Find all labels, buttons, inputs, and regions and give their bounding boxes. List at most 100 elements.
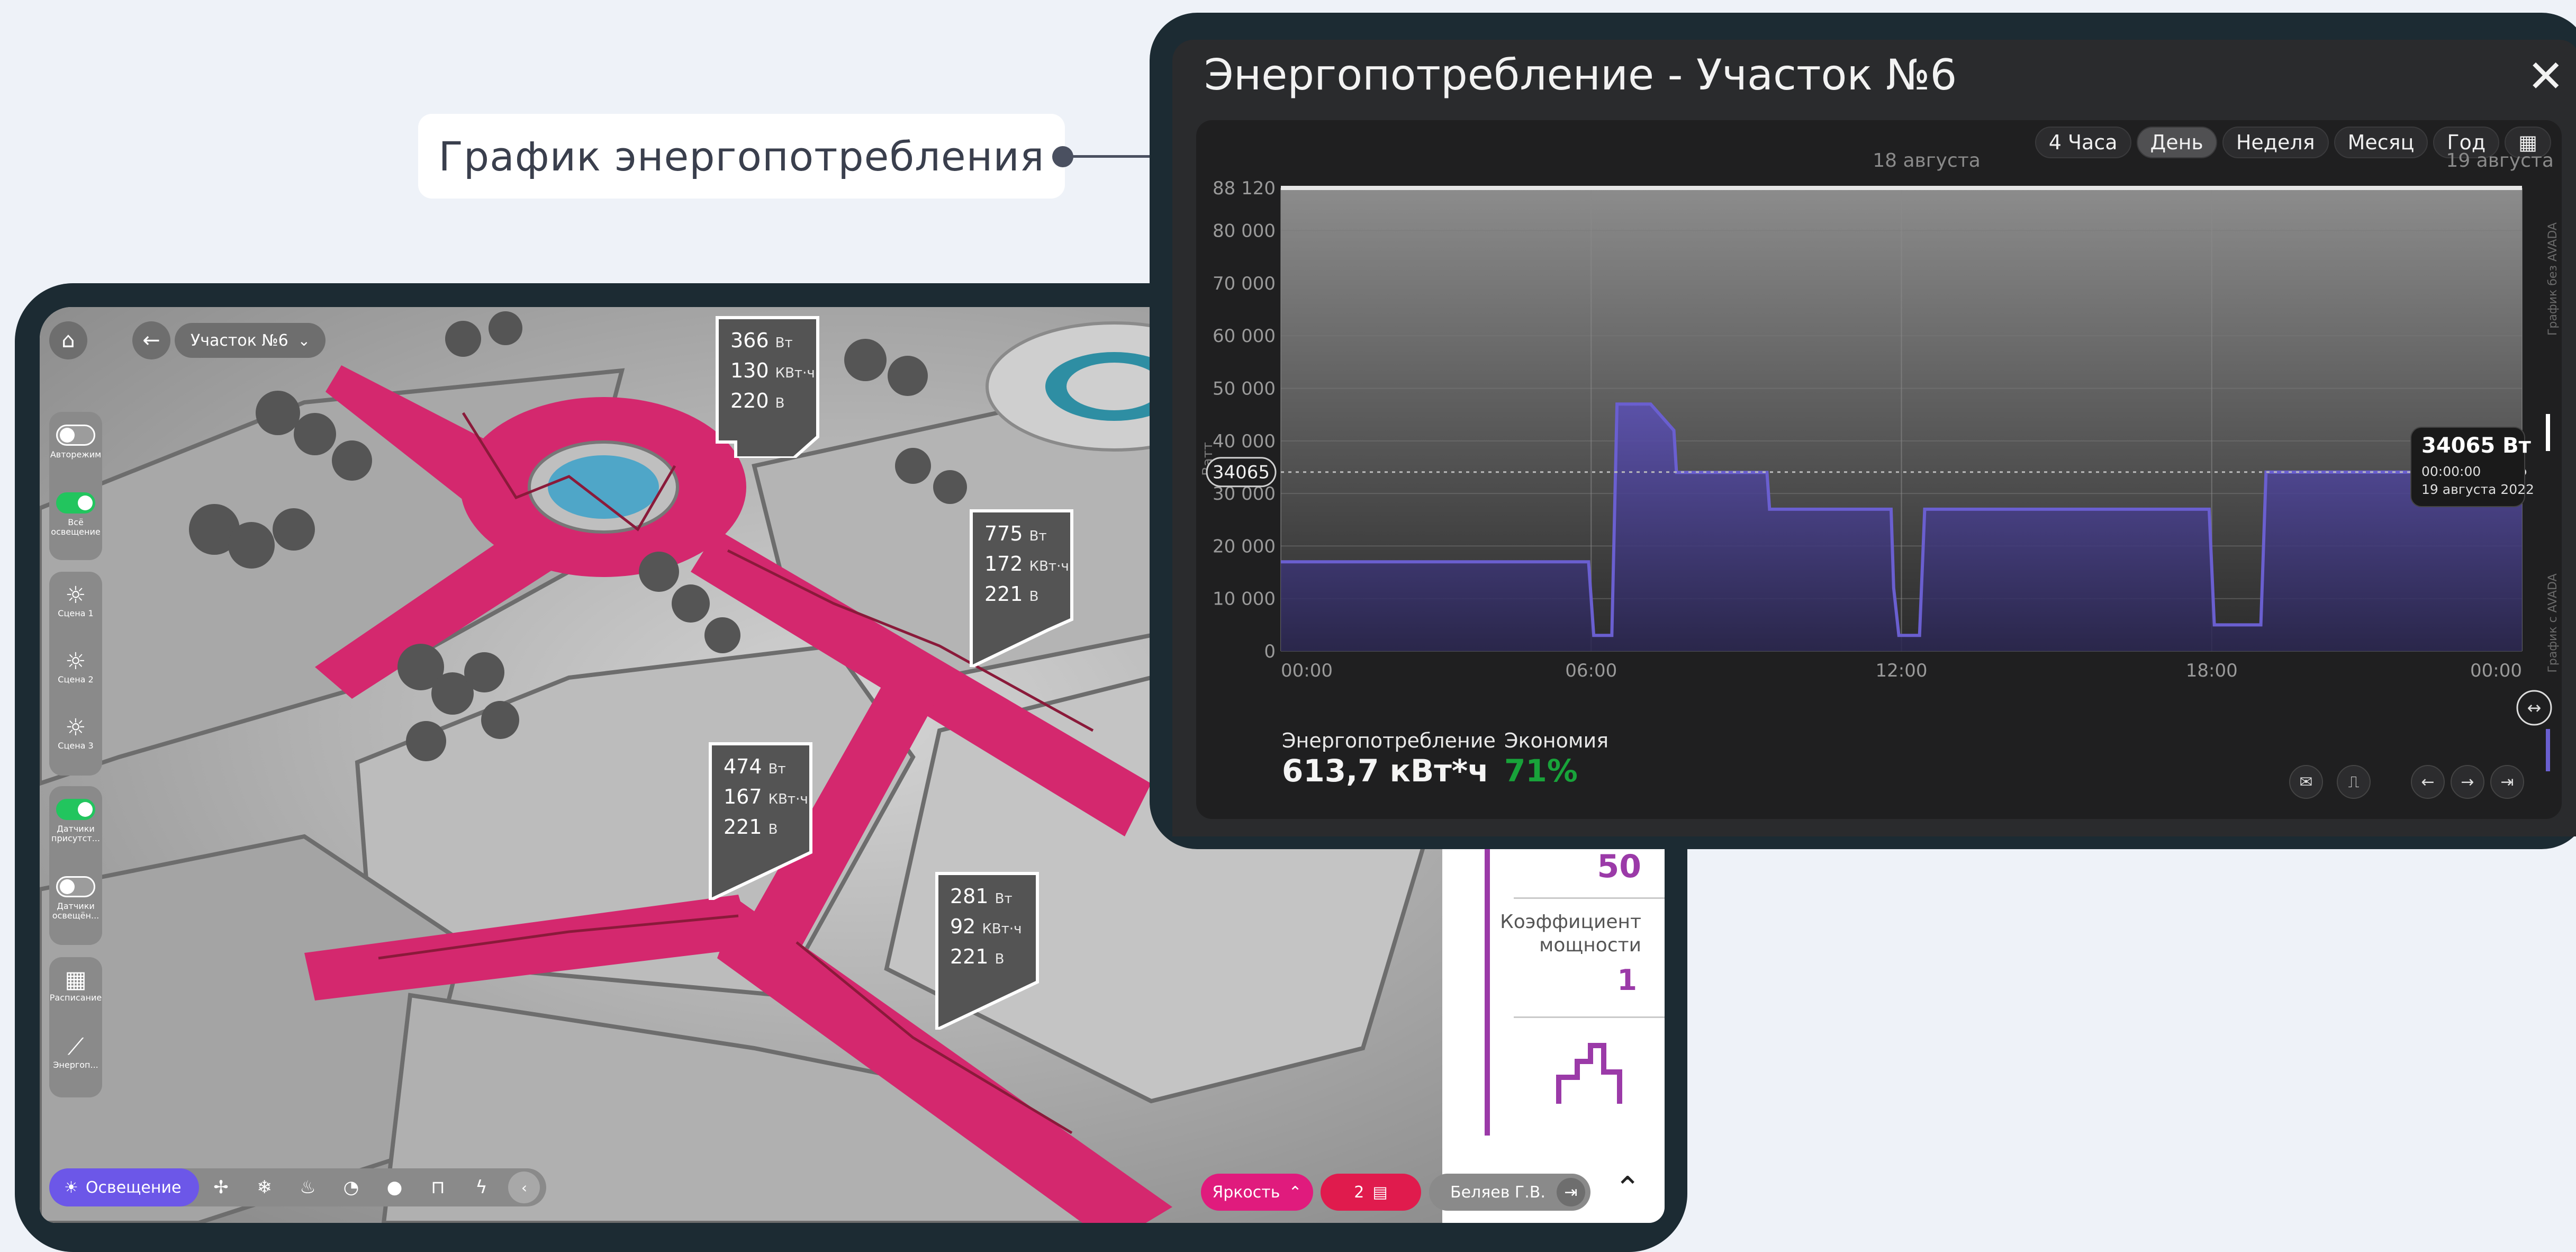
last-button[interactable]: ⇥ [2490,765,2524,799]
y-tick-label: 10 000 [1213,589,1276,610]
callout-energy-unit: КВт·ч [982,921,1022,937]
pulse-button[interactable]: ⎍ [2337,765,2371,799]
chart-line-icon: ⟋ [67,1033,84,1060]
lamp-callout[interactable]: 366 Вт 130 КВт·ч 220 В [715,315,820,458]
savings-value: 71% [1504,753,1578,789]
callout-power-unit: Вт [995,891,1013,907]
scroll-indicator-bottom[interactable] [2546,729,2550,771]
lightning-icon[interactable]: ϟ [459,1177,503,1198]
home-icon: ⌂ [61,328,75,353]
resize-handle-glyph: ↔ [2527,698,2542,718]
callout-voltage-unit: В [775,395,785,411]
energy-label: Энергоп... [53,1060,98,1070]
y-tick-label: 70 000 [1213,273,1276,294]
callout-power: 775 [984,522,1023,545]
arrow-left-icon: ← [2421,772,2435,791]
side-group-modes: Авторежим Всё освещение [49,412,102,560]
callout-power-unit: Вт [775,335,793,351]
callout-energy-unit: КВт·ч [775,365,815,381]
all-lighting-control: Всё освещение [49,492,102,537]
next-button[interactable]: → [2451,765,2484,799]
user-button[interactable]: Беляев Г.В. ⇥ [1429,1174,1590,1211]
energy-button[interactable]: ⟋ Энергоп... [49,1034,102,1070]
logout-icon[interactable]: ⇥ [1557,1178,1585,1206]
tooltip-time: 00:00:00 [2421,464,2481,479]
gate-icon[interactable]: ⊓ [416,1177,459,1198]
fan-icon[interactable]: ✢ [199,1177,242,1198]
scene2-label: Сцена 2 [58,674,94,684]
expand-panel-icon[interactable]: ⌃ [1614,1170,1641,1207]
autoregime-label: Авторежим [50,449,102,460]
y-tick-label: 0 [1264,641,1276,662]
scene3-label: Сцена 3 [58,741,94,751]
divider [1514,897,1665,899]
side-group-scenes: ☼ Сцена 1 ☼ Сцена 2 ☼ Сцена 3 [49,572,102,776]
tooltip-value: 34065 Вт [2421,434,2532,458]
y-tick-label: 20 000 [1213,536,1276,557]
bottom-toolbar: ☀ Освещение ✢ ❄ ♨ ◔ ● ⊓ ϟ ‹ [49,1168,547,1206]
light-sensors-toggle[interactable] [56,876,95,897]
callout-voltage-unit: В [1029,589,1039,605]
water-drop-icon[interactable]: ● [373,1177,416,1198]
autoregime-control: Авторежим [49,425,102,460]
arrow-end-icon: ⇥ [2500,772,2514,791]
presence-sensors-toggle[interactable] [56,799,95,820]
all-lighting-label: Всё освещение [51,517,101,537]
series-point [1919,635,1920,636]
callout-power: 474 [724,755,762,778]
lamp-callout[interactable]: 474 Вт 167 КВт·ч 221 В [708,741,814,900]
brightness-button[interactable]: Яркость ⌃ [1201,1174,1313,1211]
arrow-left-icon: ← [142,328,160,353]
collapse-toolbar-button[interactable]: ‹ [508,1172,540,1203]
close-icon[interactable]: ✕ [2527,50,2564,102]
callout-voltage-unit: В [768,822,778,837]
x-tick-label: 18:00 [2186,660,2238,681]
calendar-icon: ▦ [65,966,87,993]
lamp-callout[interactable]: 281 Вт 92 КВт·ч 221 В [934,871,1040,1030]
callout-energy: 130 [730,359,769,382]
crosshair-value: 34065 [1213,462,1270,483]
presence-sensors-label: Датчики присутст... [51,824,100,843]
side-group-tools: ▦ Расписание ⟋ Энергоп... [49,957,102,1097]
x-tick-label: 12:00 [1876,660,1928,681]
brightness-label: Яркость [1212,1183,1280,1202]
scene3-button[interactable]: ☼ Сцена 3 [49,715,102,751]
callout-voltage: 220 [730,389,769,412]
autoregime-toggle[interactable] [56,425,95,446]
scroll-indicator-top[interactable] [2546,414,2550,451]
documents-button[interactable]: 2 ▤ [1321,1174,1421,1211]
camera-icon[interactable]: ◔ [329,1177,373,1198]
power-factor-label: Коэффициент мощности [1500,911,1641,956]
info-value-top: 50 [1597,848,1642,885]
document-icon: ▤ [1372,1183,1388,1202]
schedule-label: Расписание [49,993,102,1003]
x-tick-label: 06:00 [1565,660,1617,681]
arrow-right-icon: → [2461,772,2474,791]
email-button[interactable]: ✉ [2289,765,2323,799]
callout-power-unit: Вт [768,761,786,777]
date-left-label: 18 августа [1873,150,1981,172]
chart-tooltip: 34065 Вт 00:00:00 19 августа 2022 [2410,427,2534,507]
callout-power: 366 [730,329,769,352]
consumption-label: Энергопотребление [1282,729,1496,752]
info-panel: 50 Коэффициент мощности 1 [1442,842,1665,1223]
mail-icon: ✉ [2299,772,2313,791]
prev-button[interactable]: ← [2411,765,2445,799]
presence-sensors-control: Датчики присутст... [49,799,102,843]
bulb-icon: ☼ [65,582,86,609]
scene1-button[interactable]: ☼ Сцена 1 [49,582,102,618]
back-button[interactable]: ← [132,321,170,359]
series-label-without: График без AVADA [2546,222,2560,336]
all-lighting-toggle[interactable] [56,492,95,514]
energy-chart: 010 00020 00030 00040 00050 00060 00070 … [1200,150,2560,771]
snowflake-icon[interactable]: ❄ [242,1177,286,1198]
callout-voltage: 221 [724,815,762,839]
pulse-icon: ⎍ [2348,772,2360,791]
schedule-button[interactable]: ▦ Расписание [49,967,102,1003]
scene2-button[interactable]: ☼ Сцена 2 [49,648,102,684]
area-select[interactable]: Участок №6 ⌄ [175,323,326,358]
home-button[interactable]: ⌂ [49,321,87,359]
fire-icon[interactable]: ♨ [286,1177,329,1198]
lamp-callout[interactable]: 775 Вт 172 КВт·ч 221 В [969,508,1074,667]
lighting-button[interactable]: ☀ Освещение [49,1168,200,1206]
